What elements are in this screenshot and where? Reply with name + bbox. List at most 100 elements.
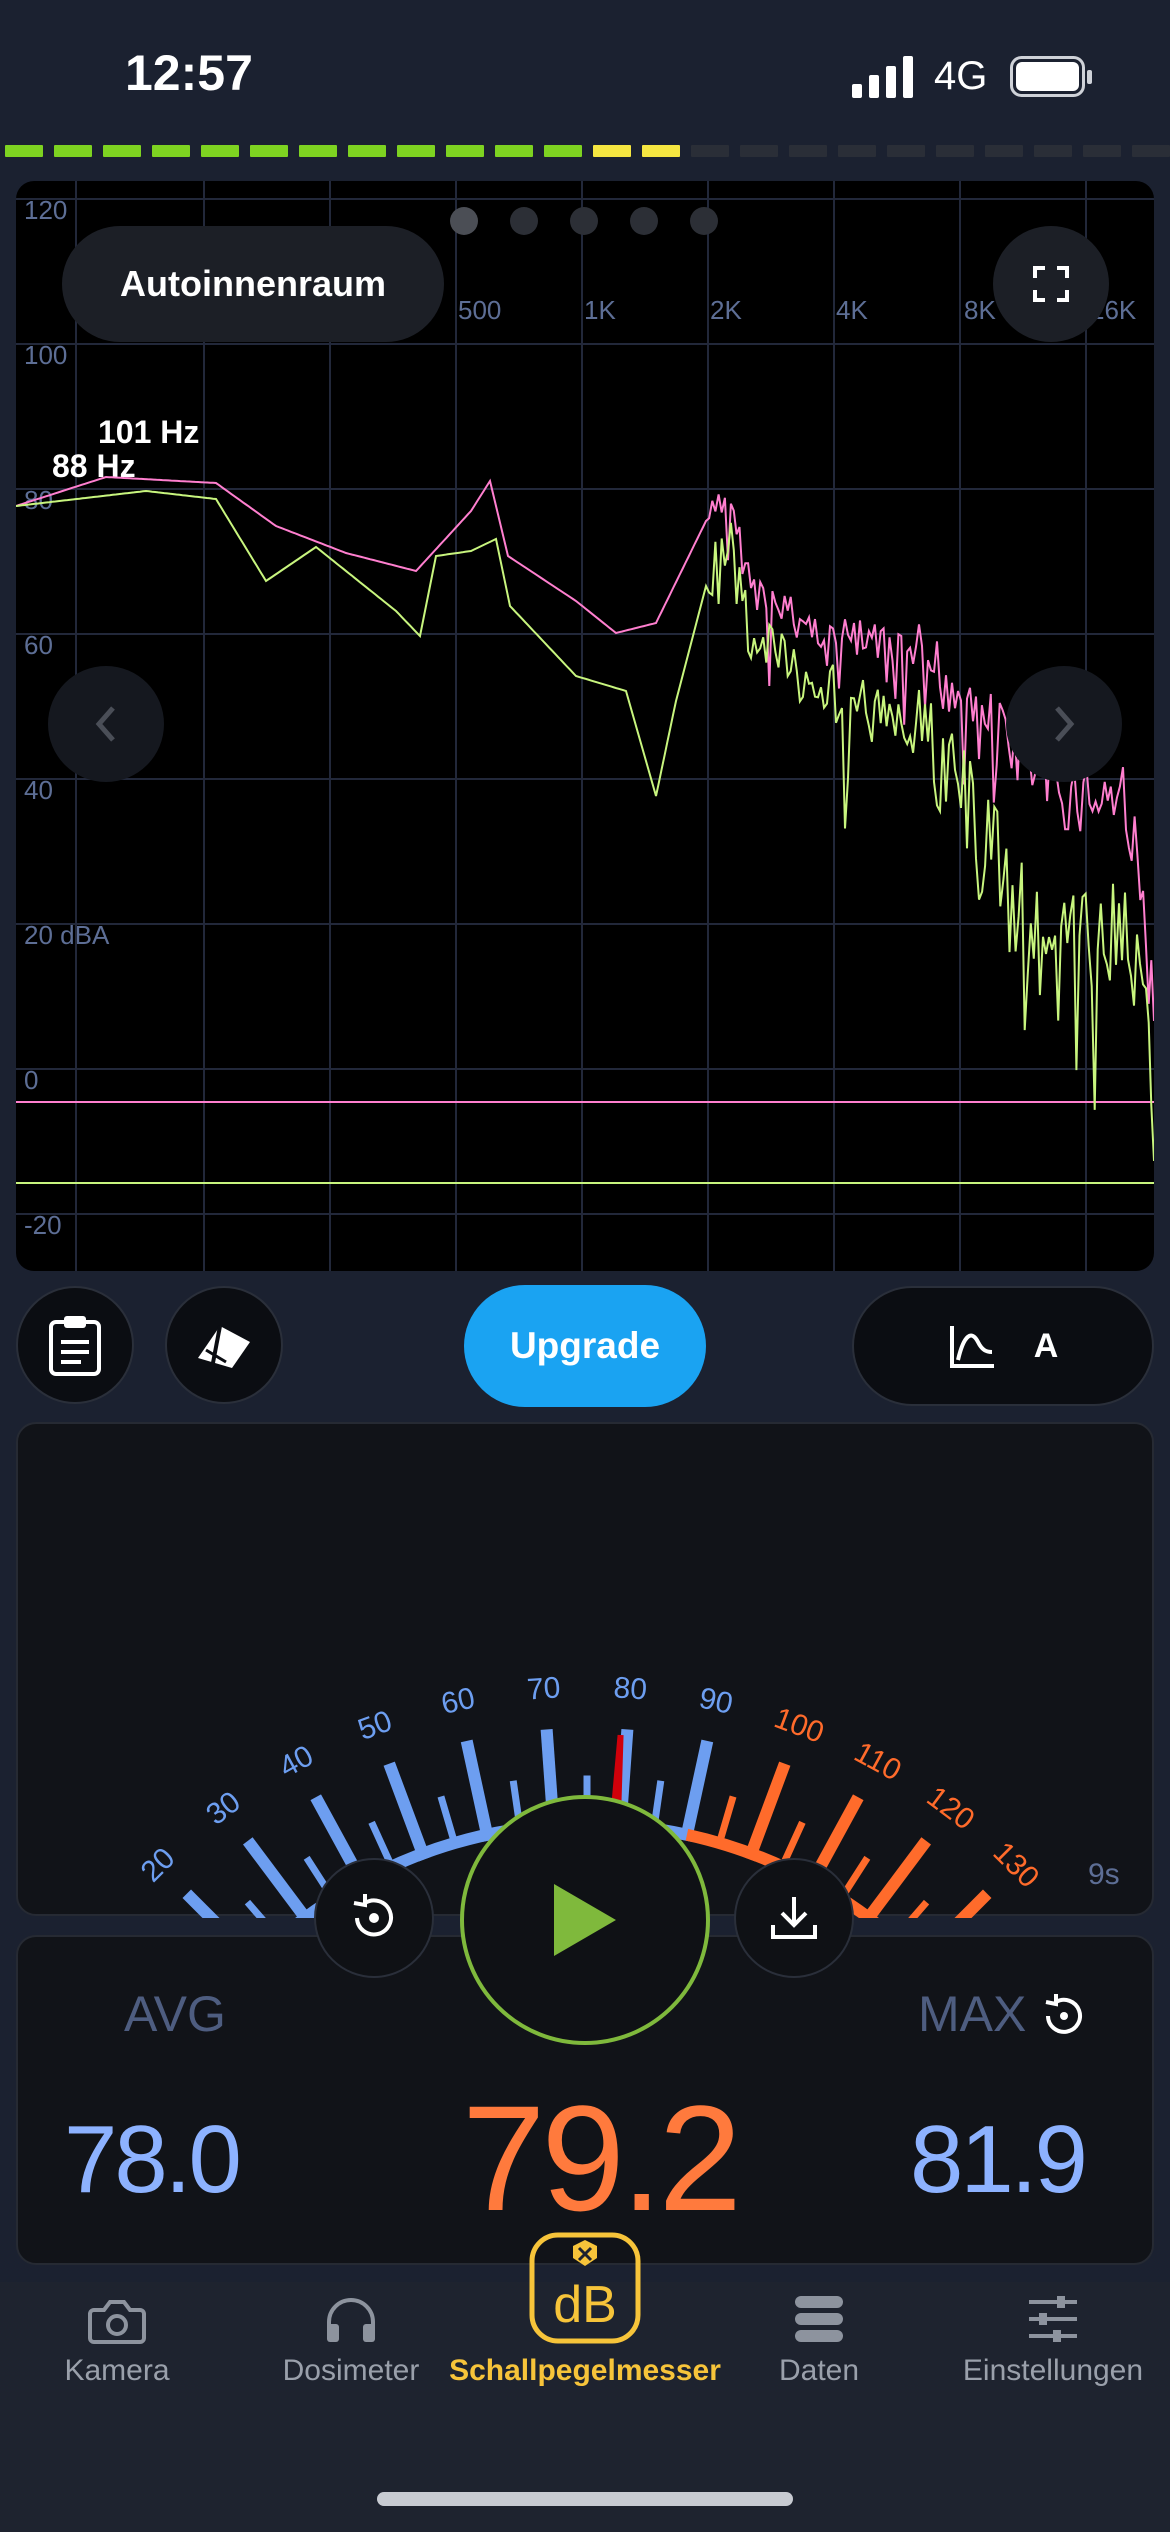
x-tick-label: 4K: [836, 295, 868, 325]
level-segment: [348, 145, 386, 157]
x-tick-label: 8K: [964, 295, 996, 325]
level-segment: [789, 145, 827, 157]
level-segment: [985, 145, 1023, 157]
gauge-scale-label: 30: [200, 1785, 246, 1831]
current-level-value: 79.2: [462, 2074, 742, 2242]
gauge-tick: [383, 1761, 431, 1862]
level-segment: [887, 145, 925, 157]
network-type: 4G: [934, 54, 988, 98]
page-dot-1[interactable]: [450, 207, 478, 235]
gauge-tick: [679, 1739, 714, 1842]
reset-max-button[interactable]: [1036, 1988, 1092, 2049]
gauge-tick: [182, 1889, 264, 1971]
download-icon: [771, 1897, 817, 1939]
level-segment: [691, 145, 729, 157]
x-tick-label: 500: [458, 295, 501, 325]
chevron-left-icon: [95, 706, 115, 742]
level-segment: [936, 145, 974, 157]
level-segment: [740, 145, 778, 157]
gauge-tick: [244, 1899, 285, 1944]
gauge-scale-label: 130: [987, 1836, 1046, 1895]
frequency-weighting-button[interactable]: A: [852, 1286, 1154, 1406]
tab-dosimeter[interactable]: Dosimeter: [234, 2258, 468, 2388]
headphones-icon: [327, 2298, 375, 2342]
svg-text:dB: dB: [553, 2276, 617, 2334]
tab-label: Einstellungen: [962, 2354, 1144, 2387]
level-segment: [201, 145, 239, 157]
page-dot-3[interactable]: [570, 207, 598, 235]
level-segment: [250, 145, 288, 157]
level-segment: [54, 145, 92, 157]
level-segment: [5, 145, 43, 157]
x-tick-label: 2K: [710, 295, 742, 325]
gauge-tick: [437, 1795, 459, 1848]
notes-button[interactable]: [16, 1286, 134, 1404]
play-icon: [554, 1884, 616, 1956]
battery-icon: [1010, 56, 1092, 97]
export-button[interactable]: [734, 1858, 854, 1978]
clear-button[interactable]: [165, 1286, 283, 1404]
gauge-tick: [910, 1889, 992, 1971]
tab-label: Schallpegelmesser: [449, 2354, 721, 2387]
level-segment: [642, 145, 680, 157]
level-segment: [397, 145, 435, 157]
page-dot-4[interactable]: [630, 207, 658, 235]
gauge-scale-label: 60: [438, 1682, 478, 1721]
status-time: 12:57: [125, 45, 253, 101]
gauge-tick: [715, 1795, 737, 1848]
spectrum-chart: 12010080604020 dBA0-20500 1K 2K 4K 8K 16K101 …: [16, 181, 1154, 1271]
y-tick-label: 0: [24, 1065, 38, 1095]
gauge-scale-label: 80: [612, 1671, 648, 1706]
fullscreen-button[interactable]: [993, 226, 1109, 342]
gauge-tick: [743, 1761, 791, 1862]
reset-button[interactable]: [314, 1858, 434, 1978]
y-tick-label: 80: [24, 485, 53, 515]
preset-selector[interactable]: Autoinnenraum: [62, 226, 444, 342]
tab-kamera[interactable]: Kamera: [0, 2258, 234, 2388]
y-tick-label: 40: [24, 775, 53, 805]
level-segment: [495, 145, 533, 157]
y-tick-label: 120: [24, 195, 67, 225]
avg-value: 78.0: [64, 2106, 242, 2213]
tab-label: Daten: [778, 2354, 860, 2387]
gauge-scale-label: 100: [770, 1701, 828, 1749]
gauge-scale-label: 110: [849, 1736, 907, 1788]
tab-label: Dosimeter: [282, 2354, 420, 2387]
max-label: MAX: [918, 1986, 1027, 2042]
level-segment: [1132, 145, 1170, 157]
gauge-scale-label: 70: [526, 1671, 562, 1706]
chevron-right-icon: [1055, 706, 1075, 742]
max-trace: [16, 475, 1154, 1022]
gauge-tick: [460, 1739, 495, 1842]
gauge-scale-label: 50: [354, 1704, 397, 1747]
upgrade-button[interactable]: Upgrade: [464, 1285, 706, 1407]
level-segment: [103, 145, 141, 157]
reset-icon: [1045, 1994, 1082, 2034]
gauge-scale-label: 90: [696, 1682, 736, 1721]
next-view-button[interactable]: [1006, 666, 1122, 782]
clipboard-icon: [49, 1316, 101, 1376]
page-dot-2[interactable]: [510, 207, 538, 235]
previous-view-button[interactable]: [48, 666, 164, 782]
level-segment: [152, 145, 190, 157]
expand-icon: [1033, 266, 1069, 302]
page-dot-5[interactable]: [690, 207, 718, 235]
tab-schallpegelmesser[interactable]: dB Schallpegelmesser: [449, 2232, 721, 2388]
gauge-tick: [243, 1837, 314, 1927]
level-segment: [446, 145, 484, 157]
tab-label: Kamera: [64, 2354, 170, 2387]
y-tick-label: 60: [24, 630, 53, 660]
database-icon: [795, 2296, 843, 2342]
gauge-scale-label: 20: [135, 1842, 182, 1889]
level-segment: [838, 145, 876, 157]
level-segment: [299, 145, 337, 157]
level-segment: [544, 145, 582, 157]
y-tick-label: 100: [24, 340, 67, 370]
tab-daten[interactable]: Daten: [702, 2258, 936, 2388]
tab-einstellungen[interactable]: Einstellungen: [936, 2258, 1170, 2388]
y-tick-label: -20: [24, 1210, 62, 1240]
play-button[interactable]: [460, 1795, 710, 2045]
camera-icon: [88, 2300, 146, 2344]
weighting-label: A: [1033, 1326, 1059, 1365]
gauge-tick: [889, 1899, 930, 1944]
